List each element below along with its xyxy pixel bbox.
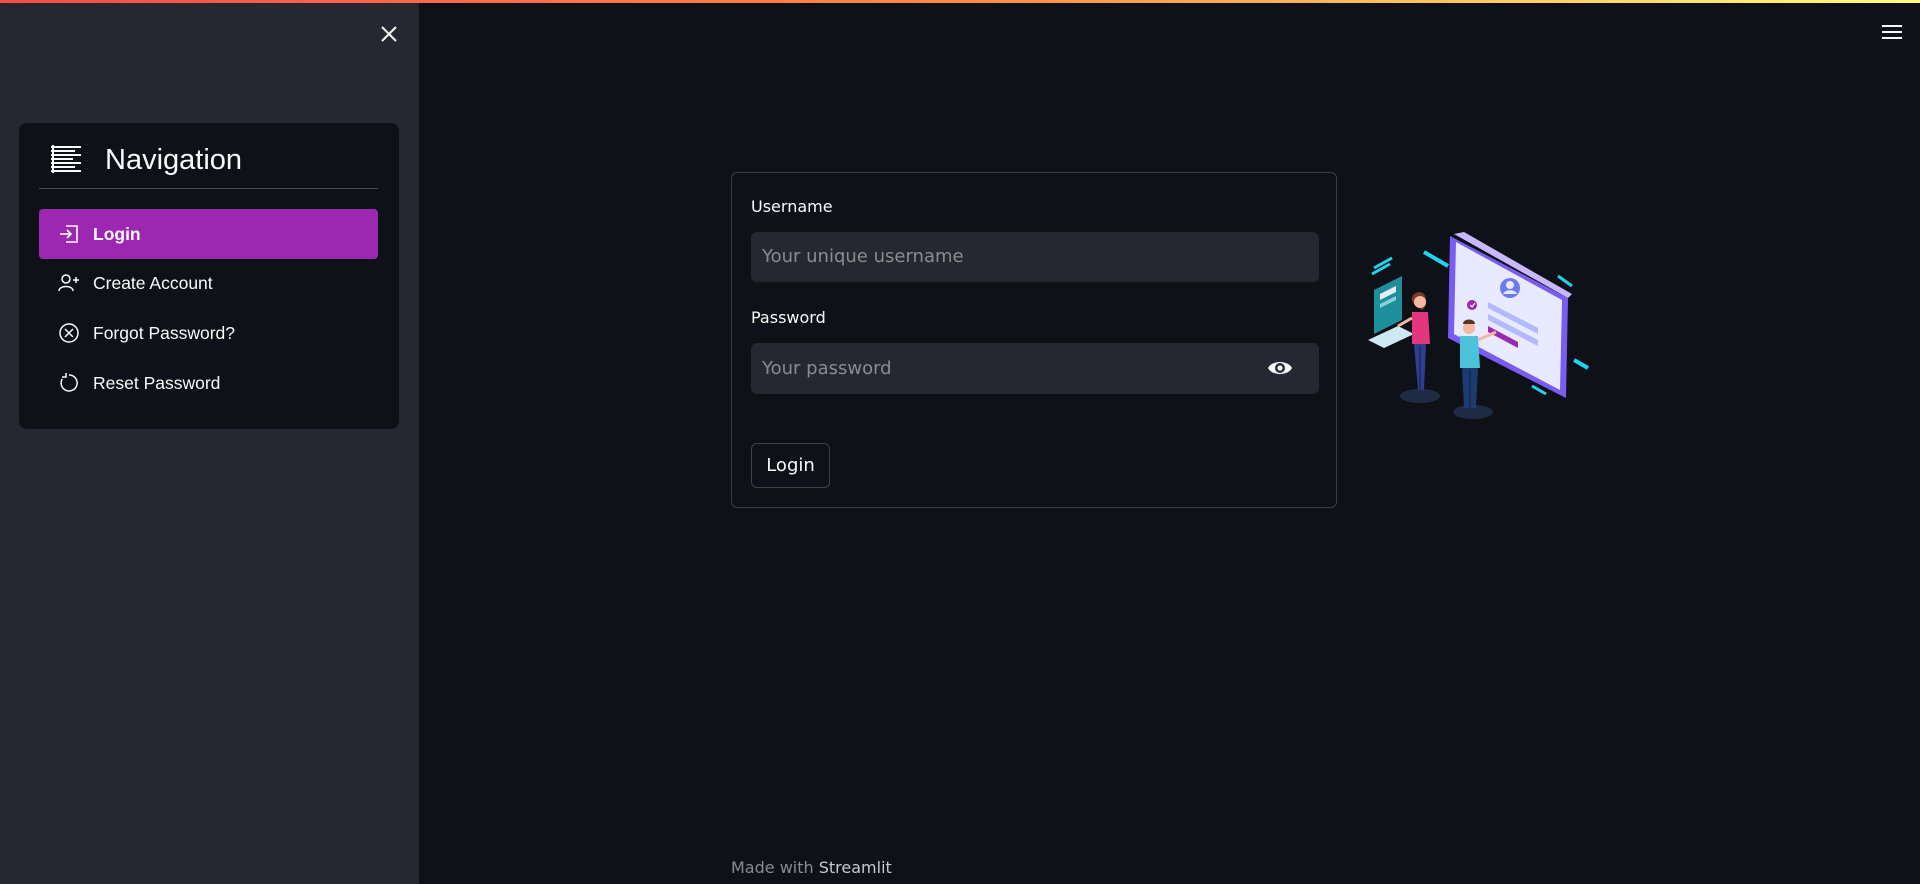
sidebar-item-login[interactable]: Login [39, 209, 378, 259]
streamlit-link[interactable]: Streamlit [819, 858, 892, 877]
username-label: Username [751, 197, 833, 216]
person-add-icon [57, 271, 81, 295]
login-button[interactable]: Login [751, 443, 830, 488]
navigation-menu: Navigation Login Create Account Forgot P… [19, 123, 399, 429]
hamburger-icon [1882, 25, 1902, 39]
x-circle-icon [57, 321, 81, 345]
username-field-wrapper [751, 232, 1319, 283]
sidebar-item-label: Forgot Password? [93, 322, 236, 343]
sidebar-item-forgot-password[interactable]: Forgot Password? [39, 308, 378, 358]
close-sidebar-button[interactable] [375, 20, 403, 48]
list-columns-icon [51, 145, 81, 173]
password-input[interactable] [751, 343, 1319, 394]
password-field-wrapper [751, 343, 1319, 394]
navigation-title: Navigation [105, 144, 243, 176]
arrow-clockwise-icon [57, 371, 81, 395]
username-input[interactable] [751, 232, 1319, 281]
top-decoration-bar [0, 0, 1920, 3]
footer-made-with: Made with [731, 858, 819, 877]
show-password-toggle[interactable] [1267, 357, 1293, 379]
password-label: Password [751, 308, 826, 327]
footer: Made with Streamlit [731, 858, 892, 877]
login-form: Username Password Login [731, 172, 1337, 508]
sidebar-item-label: Create Account [93, 272, 213, 293]
close-icon [381, 26, 397, 42]
sidebar-item-label: Reset Password [93, 372, 221, 393]
sidebar-item-reset-password[interactable]: Reset Password [39, 358, 378, 408]
sidebar: Navigation Login Create Account Forgot P… [0, 0, 419, 884]
eye-icon [1268, 362, 1292, 374]
sidebar-item-label: Login [93, 223, 141, 244]
login-illustration [1368, 232, 1589, 419]
sidebar-item-create-account[interactable]: Create Account [39, 258, 378, 308]
login-icon [57, 222, 81, 246]
navigation-header: Navigation [39, 143, 378, 189]
main-menu-button[interactable] [1880, 22, 1904, 42]
